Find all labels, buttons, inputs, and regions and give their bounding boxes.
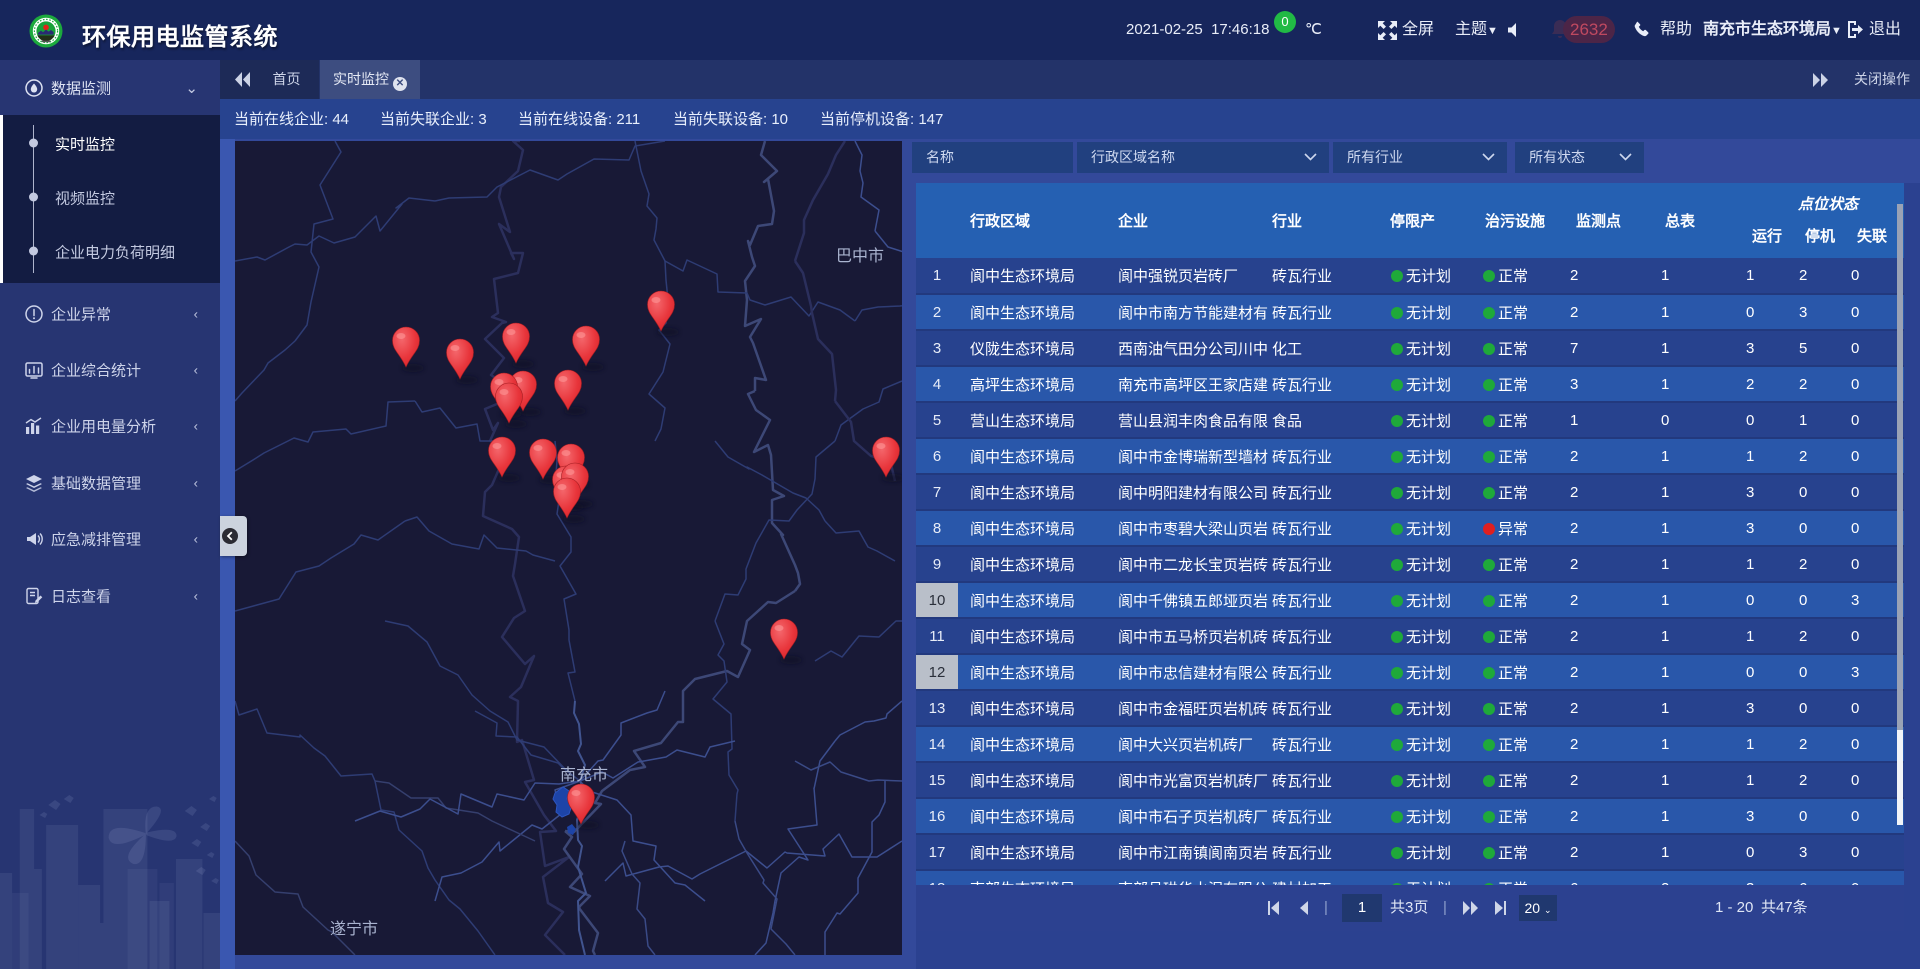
svg-text:巴中市: 巴中市 — [836, 247, 884, 265]
svg-text:南充市: 南充市 — [560, 766, 608, 784]
svg-text:遂宁市: 遂宁市 — [330, 920, 378, 938]
